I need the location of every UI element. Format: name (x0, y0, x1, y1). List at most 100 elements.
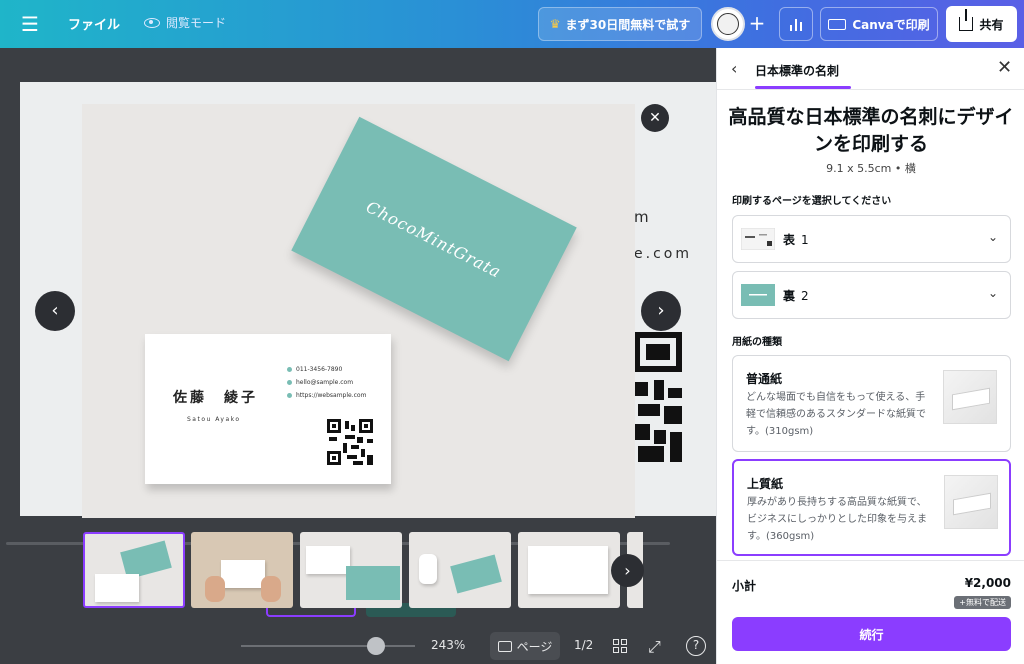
next-thumbnails-button[interactable]: › (611, 554, 644, 587)
mockup-preview: ChocoMintGrata 佐藤 綾子 Satou Ayako 011-345… (82, 104, 635, 518)
card-back-mockup: ChocoMintGrata (291, 116, 577, 362)
mockup-thumbnail-strip (83, 532, 643, 610)
mockup-thumbnail[interactable] (409, 532, 511, 608)
page-count: 1/2 (574, 638, 594, 652)
avatar-image (717, 13, 739, 35)
panel-footer: 小計 ¥2,000 +無料で配送 続行 (717, 560, 1024, 664)
thumb-hand (261, 576, 281, 602)
subtotal-value: ¥2,000 (964, 576, 1011, 590)
thumb-card-front (95, 574, 139, 602)
eye-icon (144, 17, 160, 28)
avatar[interactable] (711, 7, 745, 41)
thumb-hand (205, 576, 225, 602)
view-mode-label: 閲覧モード (166, 16, 227, 30)
pages-icon (497, 640, 512, 652)
zoom-slider-track[interactable] (241, 645, 415, 647)
subtotal-label: 小計 (732, 579, 757, 593)
card-web: https://websample.com (296, 392, 367, 399)
card-qr-code (327, 419, 373, 465)
close-panel-icon[interactable]: ✕ (997, 57, 1012, 78)
thumb-card-front (306, 546, 350, 574)
mockup-thumbnail[interactable] (518, 532, 620, 608)
card-romaji: Satou Ayako (187, 416, 241, 423)
page-select-front[interactable]: 表1 ⌄ (732, 215, 1011, 263)
thumb-cup (419, 554, 437, 584)
pages-button[interactable]: ページ (490, 632, 560, 660)
next-mockup-button[interactable]: › (641, 291, 681, 331)
mockup-thumbnail[interactable] (191, 532, 293, 608)
page-side-label: 表1 (783, 232, 809, 247)
free-shipping-badge: +無料で配送 (954, 596, 1011, 609)
add-collaborator-icon[interactable]: + (745, 11, 769, 35)
truck-icon (828, 18, 847, 30)
print-with-canva-button[interactable]: Canvaで印刷 (820, 7, 938, 41)
paper-section-label: 用紙の種類 (732, 337, 782, 348)
share-label: 共有 (979, 17, 1004, 32)
mail-icon (287, 380, 292, 385)
zoom-slider-handle[interactable] (367, 637, 385, 655)
fullscreen-icon[interactable]: ⤢ (648, 637, 661, 657)
editor-workspace: m e.com ChocoMintGrata 佐藤 綾子 Satou Ayako… (0, 48, 716, 664)
card-logo: ChocoMintGrata (363, 196, 505, 282)
chevron-down-icon: ⌄ (987, 230, 998, 244)
share-button[interactable]: 共有 (946, 6, 1017, 42)
view-mode-toggle[interactable]: 閲覧モード (144, 14, 226, 31)
card-front-mockup: 佐藤 綾子 Satou Ayako 011-3456-7890 hello@sa… (145, 334, 391, 484)
mockup-thumbnail[interactable] (300, 532, 402, 608)
continue-button[interactable]: 続行 (732, 617, 1011, 651)
insights-button[interactable] (779, 7, 813, 41)
top-bar: ☰ ファイル 閲覧モード ♛ まず30日間無料で試す + Canvaで印刷 共有 (0, 0, 1024, 48)
menu-icon[interactable]: ☰ (18, 13, 42, 35)
bar-chart-icon-bar (800, 22, 802, 31)
paper-name: 普通紙 (746, 372, 783, 386)
active-tab-indicator (755, 86, 851, 89)
card-phone-line: 011-3456-7890 (287, 366, 342, 373)
phone-icon (287, 367, 292, 372)
pages-section-label: 印刷するページを選択してください (732, 196, 892, 207)
chevron-down-icon: ⌄ (987, 286, 998, 300)
web-icon (287, 393, 292, 398)
thumb-card-front (221, 560, 265, 588)
card-name: 佐藤 綾子 (173, 390, 258, 406)
design-bg-text: e.com (634, 246, 692, 262)
card-email-line: hello@sample.com (287, 379, 353, 386)
print-panel: ‹ 日本標準の名刺 ✕ 高品質な日本標準の名刺にデザインを印刷する 9.1 x … (716, 48, 1024, 664)
free-trial-label: まず30日間無料で試す (565, 17, 691, 32)
page-thumbnail (741, 228, 775, 250)
pages-label: ページ (516, 639, 553, 654)
close-preview-icon[interactable]: ✕ (641, 104, 669, 132)
thumb-card-back (450, 554, 502, 594)
paper-description: どんな場面でも自信をもって使える、手軽で信頼感のあるスタンダードな紙質です。(3… (746, 392, 926, 437)
paper-description: 厚みがあり長持ちする高品質な紙質で、ビジネスにしっかりとした印象を与えます。(3… (747, 497, 927, 542)
bottom-bar: 243% ページ 1/2 ⤢ ? (0, 628, 716, 664)
print-label: Canvaで印刷 (852, 17, 930, 32)
help-icon[interactable]: ? (686, 636, 706, 656)
product-size: 9.1 x 5.5cm • 横 (826, 162, 916, 175)
panel-header: ‹ 日本標準の名刺 ✕ (717, 48, 1024, 90)
previous-mockup-button[interactable]: ‹ (35, 291, 75, 331)
design-qr-code (634, 332, 682, 462)
mockup-thumbnail[interactable] (83, 532, 185, 608)
thumb-card-front (528, 546, 608, 594)
zoom-value[interactable]: 243% (431, 638, 465, 652)
back-icon[interactable]: ‹ (731, 59, 737, 78)
page-thumbnail (741, 284, 775, 306)
paper-image (943, 370, 997, 424)
grid-view-icon[interactable] (613, 639, 627, 653)
card-phone: 011-3456-7890 (296, 366, 343, 373)
card-email: hello@sample.com (296, 379, 354, 386)
bar-chart-icon-bar (795, 19, 797, 31)
panel-tab[interactable]: 日本標準の名刺 (755, 62, 839, 79)
paper-option-standard[interactable]: 普通紙 どんな場面でも自信をもって使える、手軽で信頼感のあるスタンダードな紙質で… (732, 355, 1011, 452)
thumb-card-back (346, 566, 400, 600)
page-side-label: 裏2 (783, 288, 809, 303)
bar-chart-icon (790, 25, 792, 31)
file-menu[interactable]: ファイル (68, 14, 120, 33)
panel-title: 高品質な日本標準の名刺にデザインを印刷する (728, 106, 1014, 155)
paper-image (944, 475, 998, 529)
paper-option-premium[interactable]: 上質紙 厚みがあり長持ちする高品質な紙質で、ビジネスにしっかりとした印象を与えま… (732, 459, 1011, 556)
design-bg-text: m (634, 208, 651, 226)
page-select-back[interactable]: 裏2 ⌄ (732, 271, 1011, 319)
card-web-line: https://websample.com (287, 392, 366, 399)
free-trial-button[interactable]: ♛ まず30日間無料で試す (538, 7, 702, 41)
